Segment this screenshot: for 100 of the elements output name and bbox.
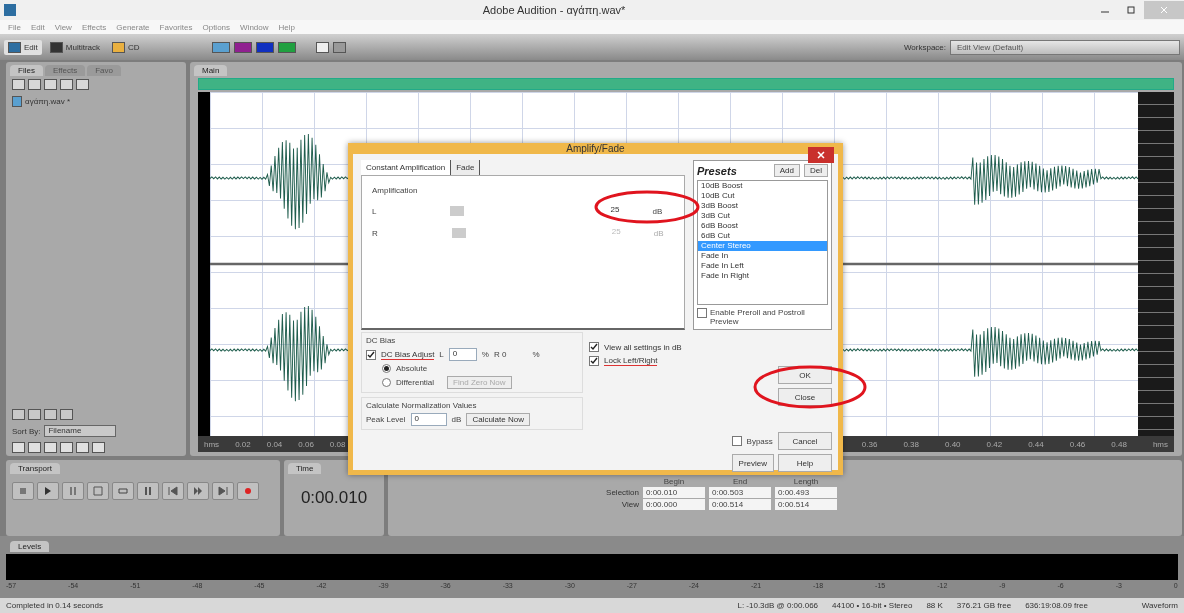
close-icon (1160, 6, 1168, 14)
view-button[interactable]: Multitrack (45, 39, 105, 55)
help-button[interactable]: Help (778, 454, 832, 472)
file-tool-icon[interactable] (12, 409, 25, 420)
panel-tab[interactable]: Files (10, 65, 43, 76)
view-option-icon[interactable] (28, 442, 41, 453)
file-tool-icon[interactable] (44, 79, 57, 90)
file-tool-icon[interactable] (44, 409, 57, 420)
panel-tab[interactable]: Main (194, 65, 228, 76)
ruler-label: 0.02 (235, 439, 251, 449)
file-tool-icon[interactable] (60, 79, 73, 90)
play-button[interactable] (37, 482, 59, 500)
unit-label: % (532, 350, 540, 359)
dialog-tab[interactable]: Fade (451, 160, 481, 175)
slider-thumb[interactable] (450, 206, 465, 216)
checkbox[interactable] (731, 436, 742, 446)
time-field[interactable]: 0:00.493 (775, 487, 837, 498)
display-icon[interactable] (211, 41, 230, 53)
preset-item[interactable]: 10dB Boost (698, 181, 827, 191)
radio-button[interactable] (382, 364, 391, 373)
sort-select[interactable]: Filename (44, 425, 117, 437)
menu-item[interactable]: Window (240, 22, 269, 32)
preset-item[interactable]: 6dB Cut (698, 231, 827, 241)
time-field[interactable]: 0:00.010 (643, 487, 705, 498)
close-button[interactable]: Close (778, 388, 832, 406)
view-button[interactable]: CD (108, 39, 144, 55)
preview-button[interactable]: Preview (731, 454, 774, 472)
cancel-button[interactable]: Cancel (778, 432, 832, 450)
preset-item[interactable]: 3dB Cut (698, 211, 827, 221)
time-field[interactable]: 0:00.514 (709, 499, 771, 510)
menu-item[interactable]: File (8, 22, 21, 32)
add-button[interactable]: Add (773, 164, 800, 177)
amplification-label: Amplification (372, 186, 419, 195)
unit-label: dB (451, 415, 462, 424)
panel-tab[interactable]: Levels (10, 541, 50, 552)
column-heading: End (731, 477, 749, 486)
menu-item[interactable]: Help (278, 22, 295, 32)
checkbox[interactable] (589, 342, 599, 352)
calculate-button[interactable]: Calculate Now (466, 413, 530, 426)
amplification-field[interactable]: 25 (606, 205, 647, 217)
preset-item[interactable]: 6dB Boost (698, 221, 827, 231)
display-icon[interactable] (233, 41, 252, 53)
dc-bias-field[interactable]: 0 (448, 348, 477, 361)
time-display: 0:00.010 (299, 488, 369, 508)
view-option-icon[interactable] (44, 442, 57, 453)
go-end-button[interactable] (212, 482, 234, 500)
workspace-select[interactable]: Edit View (Default) (950, 39, 1180, 55)
pause-icon (67, 485, 79, 497)
status-text: 88 K (926, 601, 943, 610)
time-field[interactable]: 0:00.000 (643, 499, 705, 510)
panel-tab[interactable]: Time (288, 463, 322, 474)
menu-item[interactable]: Effects (81, 22, 107, 32)
menu-item[interactable]: Options (202, 22, 231, 32)
display-icon[interactable] (277, 41, 296, 53)
go-start-button[interactable] (162, 482, 184, 500)
menu-item[interactable]: Edit (30, 22, 45, 32)
display-icon[interactable] (255, 41, 274, 53)
pause-alt-button[interactable] (137, 482, 159, 500)
preset-item[interactable]: 3dB Boost (698, 201, 827, 211)
view-option-icon[interactable] (60, 442, 73, 453)
checkbox-label: DC Bias Adjust (381, 349, 435, 360)
menu-item[interactable]: Favorites (159, 22, 193, 32)
fast-forward-button[interactable] (187, 482, 209, 500)
radio-button[interactable] (382, 378, 391, 387)
dialog-tab[interactable]: Constant Amplification (361, 160, 452, 175)
status-text: Completed in 0.14 seconds (6, 601, 103, 610)
checkbox[interactable] (589, 356, 599, 366)
ruler-label: hms (204, 439, 220, 449)
view-option-icon[interactable] (12, 442, 25, 453)
file-tool-icon[interactable] (28, 409, 41, 420)
view-option-icon[interactable] (92, 442, 105, 453)
view-button[interactable]: Edit (4, 39, 42, 55)
preset-item[interactable]: 10dB Cut (698, 191, 827, 201)
file-tool-icon[interactable] (60, 409, 73, 420)
checkbox[interactable] (697, 308, 707, 318)
menu-item[interactable]: View (54, 22, 72, 32)
time-field[interactable]: 0:00.514 (775, 499, 837, 510)
file-tool-icon[interactable] (28, 79, 41, 90)
peak-level-field[interactable]: 0 (410, 413, 447, 426)
checkbox[interactable] (366, 349, 376, 360)
audio-file-entry[interactable]: αγάπη.wav * (6, 93, 186, 110)
view-option-icon[interactable] (76, 442, 89, 453)
menu-item[interactable]: Generate (116, 22, 150, 32)
checkbox-label: Lock Left/Right (604, 356, 658, 366)
preset-item[interactable]: Fade In Left (698, 261, 827, 271)
file-tool-icon[interactable] (12, 79, 25, 90)
fast-forward-icon (192, 485, 204, 497)
preset-item[interactable]: Fade In (698, 251, 827, 261)
delete-button[interactable]: Del (804, 164, 828, 177)
close-button[interactable] (808, 147, 834, 163)
status-text: 636:19:08.09 free (1025, 601, 1088, 610)
preset-item[interactable]: Fade In Right (698, 271, 827, 281)
record-button[interactable] (237, 482, 259, 500)
time-field[interactable]: 0:00.503 (709, 487, 771, 498)
file-tool-icon[interactable] (76, 79, 89, 90)
pause-alt-icon (142, 485, 154, 497)
close-icon (817, 151, 825, 159)
panel-tab[interactable]: Transport (10, 463, 60, 474)
presets-heading: Presets (697, 164, 737, 177)
channel-label: L (439, 350, 444, 359)
